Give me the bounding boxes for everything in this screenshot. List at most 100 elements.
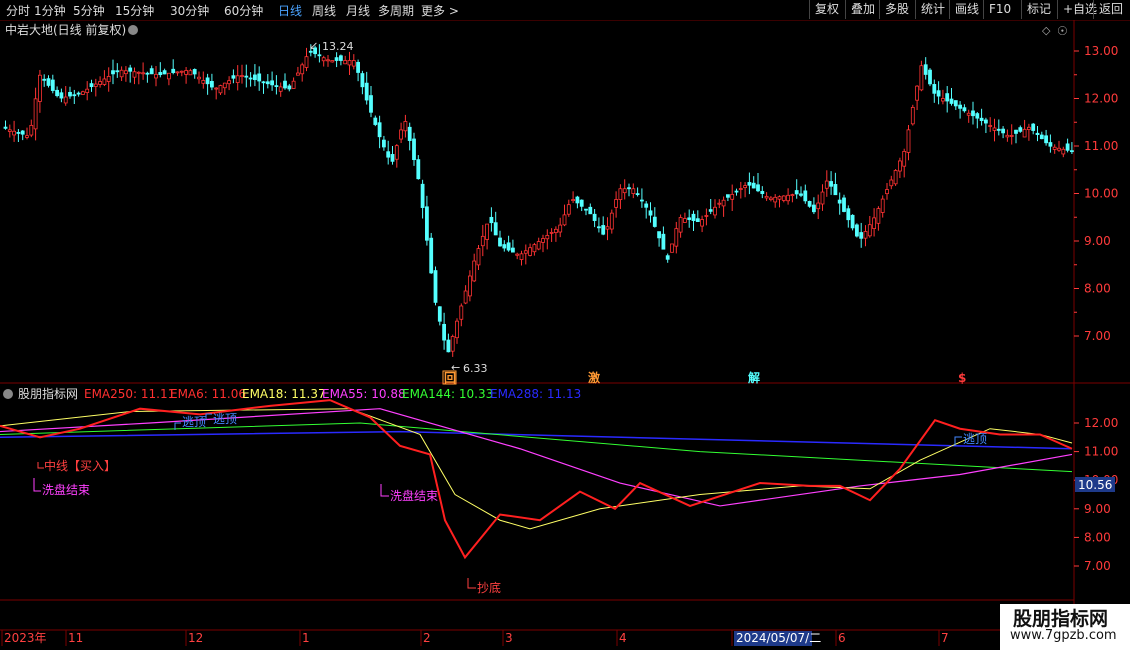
candle-body (644, 203, 649, 208)
candle-body (1035, 132, 1040, 136)
candle-body (915, 85, 919, 101)
candle-body (442, 323, 447, 341)
candle-body (717, 202, 722, 205)
ema144-line (0, 422, 1073, 473)
candle-body (541, 238, 545, 243)
candle-body (300, 64, 305, 75)
price-tick-label: 8.00 (1084, 282, 1111, 296)
candle-body (429, 237, 434, 274)
candle-body (558, 224, 563, 233)
candle-body (975, 113, 980, 119)
candle-body (506, 242, 511, 251)
candle-body (876, 208, 881, 224)
candle-body (364, 82, 369, 101)
candle-body (807, 201, 812, 207)
candle-body (1039, 134, 1044, 140)
candle-body (515, 253, 520, 256)
candle-body (549, 231, 554, 234)
candle-body (966, 112, 971, 116)
watermark-title: 股朋指标网 (1013, 608, 1109, 630)
ema55-line (0, 408, 1073, 507)
candle-body (618, 188, 623, 200)
price-tick-label: 7.00 (1084, 329, 1111, 343)
time-label-0: 2023年 (4, 631, 47, 645)
washout-end-label-1: 洗盘结束 (42, 482, 90, 497)
candle-body (20, 130, 25, 135)
candle-body (399, 129, 404, 140)
candle-body (799, 193, 803, 196)
cursor-date-label: 2024/05/07/二 (736, 631, 821, 645)
candle-body (407, 126, 412, 141)
candle-body (171, 68, 176, 73)
candle-body (351, 60, 356, 67)
candle-body (106, 76, 111, 82)
ema288-line (0, 430, 1073, 450)
candle-body (579, 199, 584, 207)
candle-body (880, 198, 885, 213)
event-marker-1: 激 (588, 370, 600, 385)
candle-body (536, 241, 541, 250)
candle-body (622, 188, 627, 194)
indicator-tick-label: 9.00 (1084, 502, 1111, 516)
ema6-line (0, 399, 1073, 560)
candle-body (747, 182, 752, 186)
candle-body (321, 57, 326, 62)
candle-body (803, 190, 808, 202)
candle-body (381, 139, 386, 148)
candle-body (493, 222, 498, 236)
candle-body (592, 213, 597, 221)
candle-body (1022, 128, 1027, 138)
candle-body (158, 72, 163, 76)
time-label-3: 1 (302, 631, 310, 645)
candle-body (1005, 134, 1010, 138)
candle-body (640, 199, 644, 202)
candle-body (283, 80, 287, 89)
current-value-label: 10.56 (1078, 478, 1112, 492)
candle-body (687, 217, 692, 220)
candle-body (979, 117, 984, 121)
candle-body (708, 209, 713, 212)
candle-body (403, 121, 408, 132)
high-price-label: 13.24 (322, 40, 354, 53)
candle-body (700, 219, 704, 227)
bottom-bracket (467, 578, 476, 589)
candle-body (523, 250, 528, 254)
candle-body (528, 247, 532, 256)
candle-body (760, 190, 765, 194)
price-tick-label: 13.00 (1084, 44, 1118, 58)
candle-body (996, 128, 1001, 131)
candle-body (812, 204, 816, 213)
candle-body (1057, 147, 1061, 151)
candle-body (304, 56, 309, 68)
candle-body (25, 135, 29, 138)
candle-body (16, 132, 21, 134)
candle-body (166, 72, 171, 80)
candle-body (192, 69, 197, 75)
candle-body (89, 83, 94, 88)
candle-body (244, 75, 249, 78)
candle-body (334, 57, 339, 61)
legend-item-4: EMA144: 10.33 (402, 387, 493, 401)
candle-body (72, 94, 77, 97)
candle-body (790, 194, 795, 197)
stock-chart[interactable]: 中岩大地(日线 前复权) ◇ ☉ 13.00 12.00 11.00 10.00 9.00 8.… (0, 0, 1130, 650)
legend-item-0: EMA250: 11.11 (84, 387, 175, 401)
candle-body (652, 216, 657, 227)
candle-body (467, 275, 472, 297)
candle-body (201, 80, 206, 84)
candle-body (605, 226, 610, 230)
candle-body (128, 67, 133, 72)
candle-body (713, 206, 717, 216)
candle-body (205, 77, 210, 85)
candle-body (317, 54, 322, 57)
candle-body (902, 151, 907, 167)
candle-body (446, 339, 451, 353)
candle-body (958, 104, 962, 109)
candle-body (295, 72, 300, 76)
candle-body (3, 126, 8, 129)
main-chart-title: 中岩大地(日线 前复权) (5, 22, 126, 37)
candle-body (98, 81, 102, 85)
candle-body (93, 83, 98, 87)
candle-body (657, 231, 661, 239)
candle-body (635, 193, 640, 196)
